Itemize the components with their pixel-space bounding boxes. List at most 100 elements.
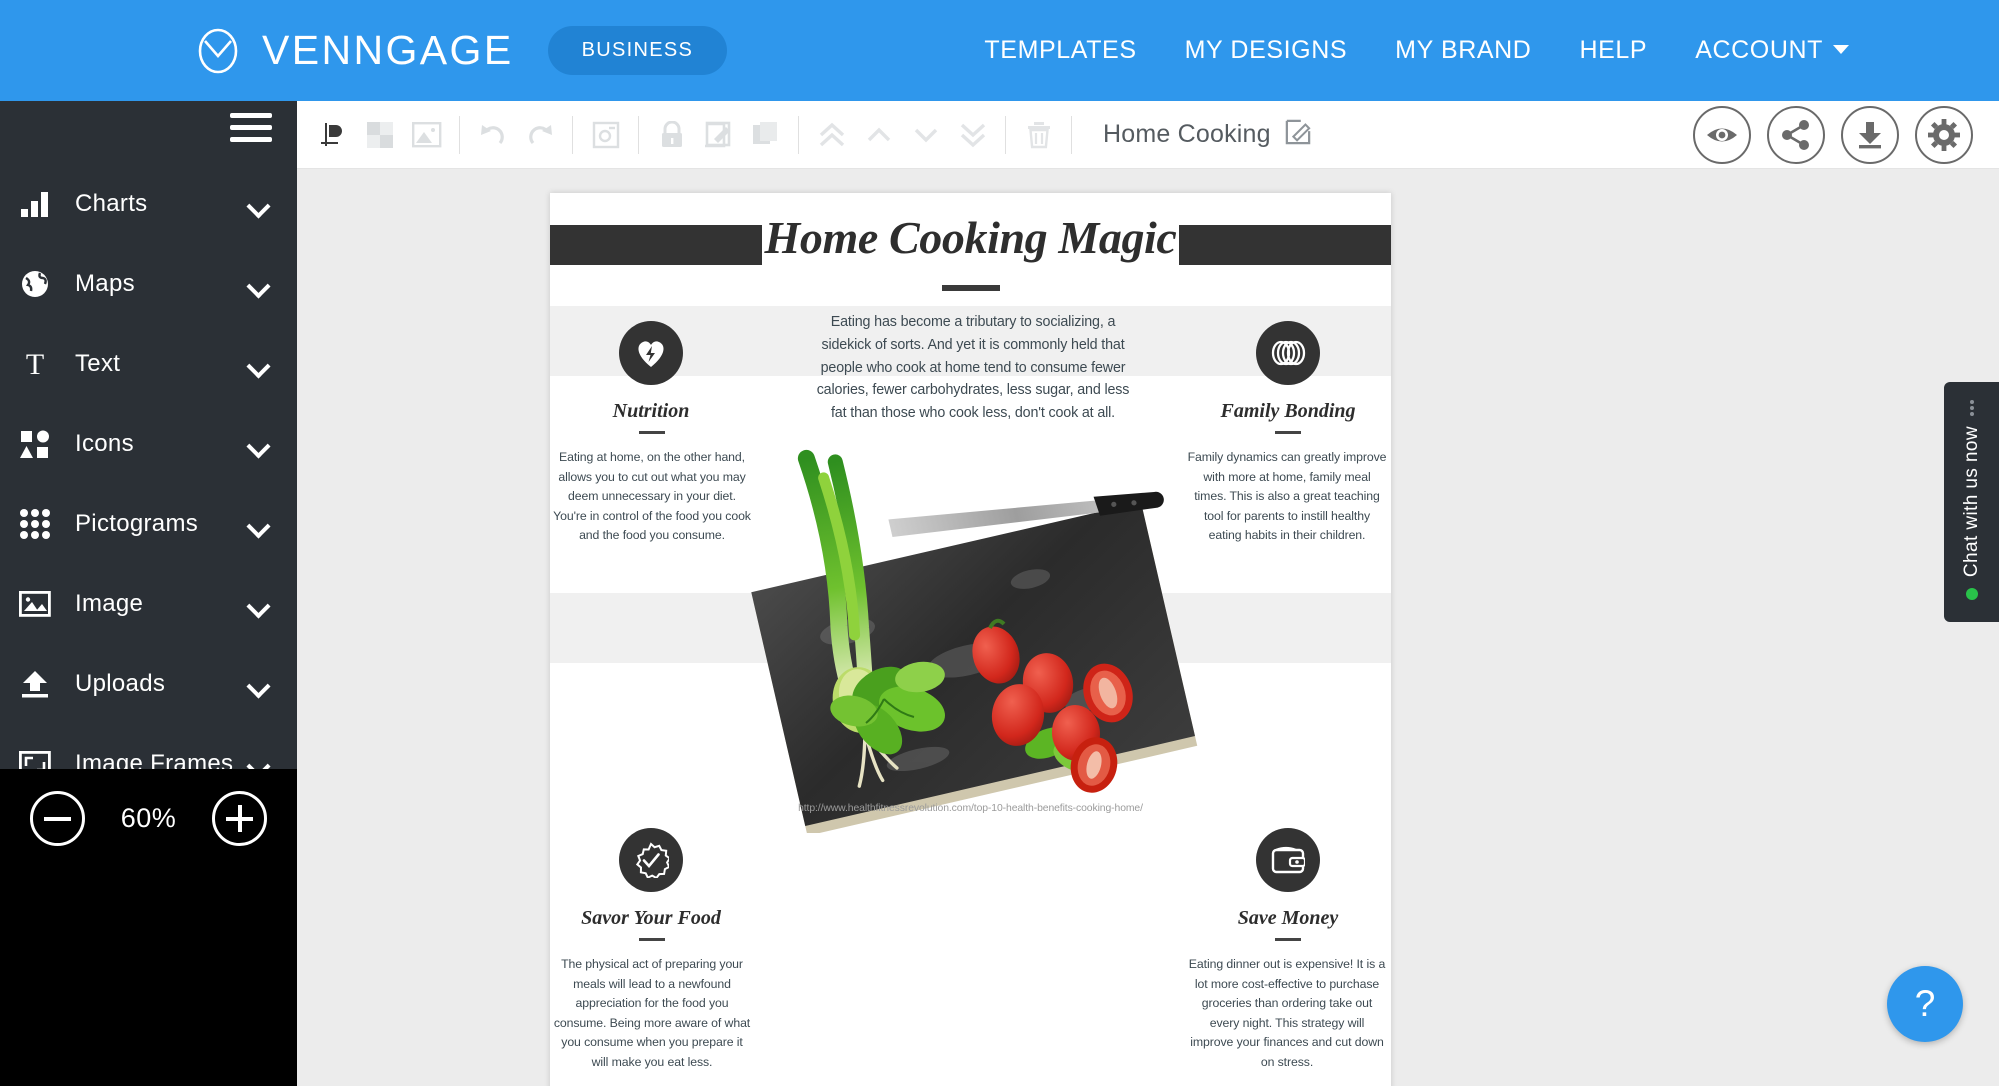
quadrant-rule: [1275, 938, 1301, 941]
quadrant-icon-family-bonding: [1256, 321, 1320, 385]
download-icon[interactable]: [1841, 105, 1899, 164]
chevron-down-icon[interactable]: [246, 194, 271, 219]
edit-title-icon[interactable]: [1285, 119, 1311, 150]
editor-toolbar: Home Cooking: [297, 101, 1999, 169]
image-placeholder-icon[interactable]: [403, 112, 450, 158]
food-photo[interactable]: [718, 443, 1238, 836]
help-button[interactable]: ?: [1887, 966, 1963, 1042]
sidebar-label: Icons: [75, 430, 134, 457]
sidebar-item-uploads[interactable]: Uploads: [0, 644, 297, 724]
brand-name: VENNGAGE: [262, 27, 514, 73]
top-navigation-bar: VENNGAGE BUSINESS TEMPLATES MY DESIGNS M…: [0, 0, 1999, 101]
sidebar-label: Uploads: [75, 670, 166, 697]
sidebar-label: Text: [75, 350, 121, 377]
quadrant-icon-save-money: [1256, 828, 1320, 892]
toolbar-divider: [1071, 115, 1072, 154]
sidebar-item-pictograms[interactable]: Pictograms: [0, 484, 297, 564]
nav-link-help[interactable]: HELP: [1579, 36, 1647, 65]
duplicate-icon[interactable]: [742, 112, 789, 158]
settings-gear-icon[interactable]: [1915, 105, 1973, 164]
toolbar-actions: [1693, 105, 1973, 164]
sidebar-label: Maps: [75, 270, 135, 297]
drag-dots-icon: [1969, 398, 1974, 418]
chevron-down-icon[interactable]: [246, 594, 271, 619]
quadrant-heading-savor-your-food[interactable]: Savor Your Food: [526, 907, 776, 930]
sidebar-item-charts[interactable]: Charts: [0, 164, 297, 244]
lock-icon[interactable]: [648, 112, 695, 158]
venngage-logo-icon: [192, 25, 244, 77]
chat-widget-label: Chat with us now: [1960, 426, 1982, 578]
trash-icon[interactable]: [1015, 112, 1062, 158]
nav-link-my-brand[interactable]: MY BRAND: [1395, 36, 1531, 65]
title-underline: [941, 285, 1000, 291]
nav-link-account-label: ACCOUNT: [1695, 36, 1823, 64]
zoom-in-button[interactable]: [212, 791, 268, 846]
quadrant-heading-save-money[interactable]: Save Money: [1163, 907, 1413, 930]
sidebar-menu: Charts Maps T Text Icons Pictograms Imag…: [0, 164, 297, 804]
toolbar-divider: [459, 115, 460, 154]
sidebar-item-image[interactable]: Image: [0, 564, 297, 644]
edit-square-icon[interactable]: [695, 112, 742, 158]
nav-link-my-designs[interactable]: MY DESIGNS: [1185, 36, 1348, 65]
send-backward-icon[interactable]: [902, 112, 949, 158]
quadrant-body-nutrition[interactable]: Eating at home, on the other hand, allow…: [552, 448, 752, 546]
quadrant-rule: [639, 431, 665, 434]
chevron-down-icon[interactable]: [246, 674, 271, 699]
zoom-out-button[interactable]: [29, 791, 85, 846]
sidebar-label: Charts: [75, 190, 148, 217]
crop-frame-icon[interactable]: [582, 112, 629, 158]
quadrant-icon-savor-your-food: [619, 828, 683, 892]
toolbar-divider: [798, 115, 799, 154]
canvas-area[interactable]: Home Cooking Magic Eating has become a t…: [297, 169, 1999, 1086]
infographic-intro-text[interactable]: Eating has become a tributary to sociali…: [808, 311, 1138, 425]
share-icon[interactable]: [1767, 105, 1825, 164]
chat-widget-tab[interactable]: Chat with us now: [1944, 382, 1999, 622]
bring-forward-icon[interactable]: [855, 112, 902, 158]
shapes-icon: [12, 430, 58, 459]
quadrant-rule: [1275, 431, 1301, 434]
preview-eye-icon[interactable]: [1693, 105, 1751, 164]
chevron-down-icon[interactable]: [246, 354, 271, 379]
quadrant-icon-nutrition: [619, 321, 683, 385]
picture-icon: [12, 591, 58, 617]
svg-text:T: T: [26, 349, 44, 379]
nav-link-account[interactable]: ACCOUNT: [1695, 36, 1849, 65]
quadrant-body-savor-your-food[interactable]: The physical act of preparing your meals…: [552, 955, 752, 1072]
text-t-icon: T: [12, 349, 58, 379]
quadrant-rule: [639, 938, 665, 941]
chevron-down-icon[interactable]: [246, 274, 271, 299]
source-url-text[interactable]: http://www.healthfitnessrevolution.com/t…: [550, 803, 1391, 814]
left-sidebar: Charts Maps T Text Icons Pictograms Imag…: [0, 101, 297, 779]
upload-arrow-icon: [12, 670, 58, 698]
plan-badge[interactable]: BUSINESS: [547, 26, 728, 75]
quadrant-body-family-bonding[interactable]: Family dynamics can greatly improve with…: [1187, 448, 1387, 546]
chevron-down-icon[interactable]: [246, 514, 271, 539]
hamburger-icon[interactable]: [230, 113, 272, 145]
infographic-page[interactable]: Home Cooking Magic Eating has become a t…: [550, 193, 1391, 1086]
zoom-level-label: 60%: [120, 803, 177, 833]
quadrant-body-save-money[interactable]: Eating dinner out is expensive! It is a …: [1187, 955, 1387, 1072]
bring-to-front-icon[interactable]: [808, 112, 855, 158]
bar-chart-icon: [12, 190, 58, 218]
sidebar-item-text[interactable]: T Text: [0, 324, 297, 404]
status-badge: [1965, 587, 1978, 600]
align-icon[interactable]: [309, 112, 356, 158]
nav-link-templates[interactable]: TEMPLATES: [984, 36, 1136, 65]
globe-icon: [12, 269, 58, 299]
sidebar-label: Pictograms: [75, 510, 199, 537]
shape-block-icon[interactable]: [356, 112, 403, 158]
send-to-back-icon[interactable]: [949, 112, 996, 158]
sidebar-item-maps[interactable]: Maps: [0, 244, 297, 324]
sidebar-item-icons[interactable]: Icons: [0, 404, 297, 484]
zoom-controls: 60%: [0, 769, 297, 1086]
document-title[interactable]: Home Cooking: [1103, 120, 1271, 149]
redo-icon[interactable]: [516, 112, 563, 158]
chevron-down-icon[interactable]: [246, 434, 271, 459]
toolbar-divider: [1005, 115, 1006, 154]
sidebar-label: Image: [75, 590, 144, 617]
brand-logo[interactable]: VENNGAGE: [192, 25, 514, 77]
undo-icon[interactable]: [469, 112, 516, 158]
infographic-title[interactable]: Home Cooking Magic: [550, 211, 1391, 264]
quadrant-heading-nutrition[interactable]: Nutrition: [526, 400, 776, 423]
quadrant-heading-family-bonding[interactable]: Family Bonding: [1163, 400, 1413, 423]
